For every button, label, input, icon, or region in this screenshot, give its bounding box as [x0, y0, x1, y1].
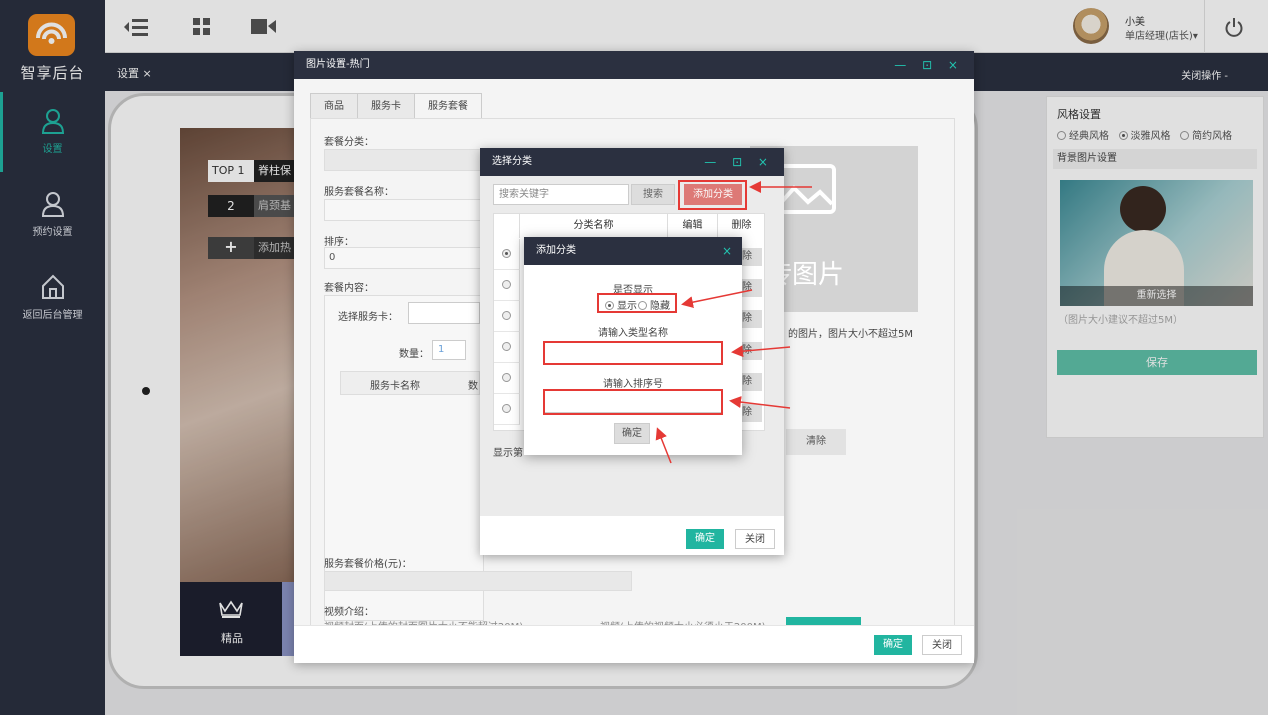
annotation-arrows — [655, 181, 812, 464]
